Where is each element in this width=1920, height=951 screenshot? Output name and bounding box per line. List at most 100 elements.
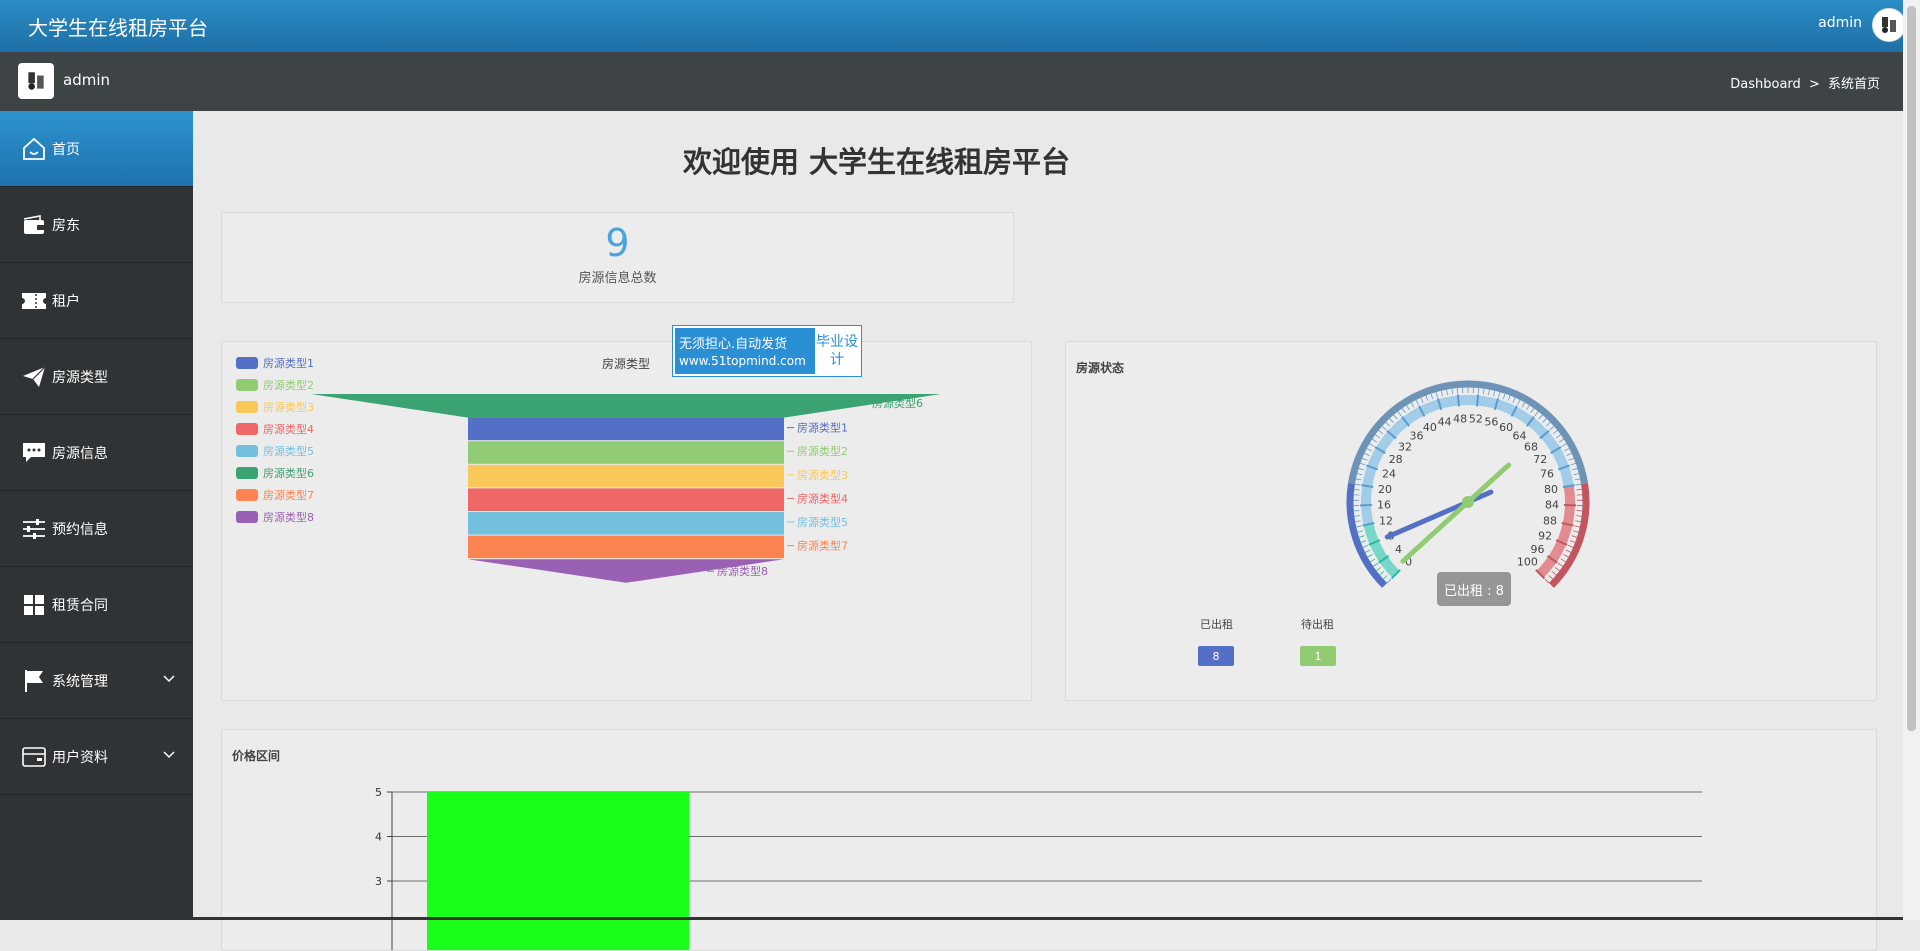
gauge-tick xyxy=(1522,402,1525,407)
home-icon xyxy=(20,135,48,163)
gauge-tick xyxy=(1357,531,1363,533)
sidebar-item-system[interactable]: 系统管理 xyxy=(0,643,193,719)
avatar-icon xyxy=(1878,14,1900,36)
gauge-tick xyxy=(1446,389,1447,395)
gauge-tick xyxy=(1558,563,1563,566)
gauge-tick xyxy=(1406,405,1409,410)
gauge-tick xyxy=(1355,521,1361,522)
gauge-chart-card: 房源状态 04812162024283236404448525660646872… xyxy=(1065,341,1877,701)
gauge-tick xyxy=(1572,468,1578,470)
promo-banner[interactable]: 无须担心.自动发货 www.51topmind.com 毕业设计 xyxy=(673,326,861,376)
card-icon xyxy=(20,743,48,771)
funnel-segment xyxy=(311,394,941,418)
gauge-tick xyxy=(1370,559,1375,562)
app-title: 大学生在线租房平台 xyxy=(28,12,208,41)
sidebar-item-contract[interactable]: 租赁合同 xyxy=(0,567,193,643)
gauge-tick xyxy=(1367,555,1372,558)
gauge-tick xyxy=(1362,458,1368,460)
user-avatar[interactable] xyxy=(18,63,54,99)
vertical-scrollbar[interactable] xyxy=(1903,0,1920,920)
gauge-tick xyxy=(1513,397,1515,402)
sidebar-item-label: 用户资料 xyxy=(52,747,108,767)
gauge-tick xyxy=(1553,430,1558,434)
gauge-tick xyxy=(1356,526,1362,527)
flag-icon xyxy=(20,667,48,695)
funnel-chart-card: 房源类型 房源类型1房源类型2房源类型3房源类型4房源类型5房源类型6房源类型7… xyxy=(221,341,1032,701)
gauge-tick xyxy=(1360,463,1366,465)
gauge-tick xyxy=(1546,422,1550,426)
breadcrumb-root[interactable]: Dashboard xyxy=(1730,77,1801,92)
sidebar-item-home[interactable]: 首页 xyxy=(0,111,193,187)
gauge-tick xyxy=(1508,395,1510,401)
header-avatar[interactable] xyxy=(1872,8,1906,42)
gauge-tick xyxy=(1359,536,1365,538)
gauge-tick xyxy=(1552,571,1557,575)
gauge-tick xyxy=(1564,448,1569,451)
gauge-tick xyxy=(1539,415,1543,420)
gauge-tick-label: 28 xyxy=(1389,453,1403,466)
gauge-tick xyxy=(1568,545,1574,547)
breadcrumb: Dashboard > 系统首页 xyxy=(1728,73,1882,92)
sidebar-item-landlord[interactable]: 房东 xyxy=(0,187,193,263)
gauge-tick xyxy=(1365,550,1370,553)
top-header: 大学生在线租房平台 admin xyxy=(0,0,1920,52)
gauge-tick xyxy=(1436,392,1438,398)
gauge-tick xyxy=(1354,489,1360,490)
gauge-tick-label: 100 xyxy=(1517,555,1538,568)
gauge-chart: 0481216202428323640444852566064687276808… xyxy=(1066,342,1876,700)
gauge-tick xyxy=(1576,489,1582,490)
header-username[interactable]: admin xyxy=(1818,15,1862,31)
scrollbar-thumb[interactable] xyxy=(1907,6,1916,731)
gauge-tick xyxy=(1385,422,1389,426)
gauge-tick xyxy=(1402,408,1405,413)
funnel-label: 房源类型8 xyxy=(717,564,768,578)
gauge-pointer-hub xyxy=(1462,496,1474,508)
gauge-tick xyxy=(1382,426,1387,430)
gauge-tick xyxy=(1364,453,1369,456)
funnel-label: 房源类型5 xyxy=(797,515,848,529)
chevron-down-icon[interactable] xyxy=(163,747,175,763)
gauge-tick xyxy=(1358,468,1364,470)
gauge-tick-label: 52 xyxy=(1469,412,1483,425)
sidebar-item-label: 房东 xyxy=(52,215,80,235)
gauge-tick xyxy=(1545,579,1549,583)
ticket-icon xyxy=(20,287,48,315)
funnel-label: 房源类型3 xyxy=(797,468,848,482)
sidebar-item-tenant[interactable]: 租户 xyxy=(0,263,193,339)
gauge-tick-label: 20 xyxy=(1378,483,1392,496)
gauge-tick xyxy=(1393,415,1397,420)
gauge-tick xyxy=(1354,484,1360,485)
gauge-tick xyxy=(1556,434,1561,438)
funnel-label: 房源类型7 xyxy=(797,539,848,553)
gauge-tick xyxy=(1452,388,1453,394)
stat-card: 9 房源信息总数 xyxy=(221,212,1014,303)
gauge-tick xyxy=(1426,395,1428,401)
funnel-chart: 房源类型6房源类型1房源类型2房源类型3房源类型4房源类型5房源类型7房源类型8 xyxy=(222,342,1031,700)
grid-icon xyxy=(20,591,48,619)
gauge-tick xyxy=(1543,418,1547,422)
gauge-tick xyxy=(1555,567,1560,571)
gauge-tick xyxy=(1376,567,1381,571)
gauge-tick xyxy=(1389,418,1393,422)
gauge-tick-label: 60 xyxy=(1499,421,1513,434)
sub-header: admin Dashboard > 系统首页 xyxy=(0,52,1920,111)
gauge-tick xyxy=(1373,563,1378,566)
sidebar-item-profile[interactable]: 用户资料 xyxy=(0,719,193,795)
y-tick-label: 5 xyxy=(375,786,382,799)
gauge-tick xyxy=(1569,458,1575,460)
funnel-label: 房源类型4 xyxy=(797,491,848,505)
gauge-tick-label: 44 xyxy=(1438,415,1452,428)
gauge-tick-label: 88 xyxy=(1543,514,1557,527)
gauge-major-tick xyxy=(1458,394,1459,406)
chevron-down-icon[interactable] xyxy=(163,671,175,687)
sidebar-item-house-type[interactable]: 房源类型 xyxy=(0,339,193,415)
gauge-tick xyxy=(1416,400,1419,405)
funnel-segment xyxy=(468,441,784,464)
avatar-icon xyxy=(24,69,48,93)
gauge-tick xyxy=(1572,536,1578,538)
sidebar-item-house-info[interactable]: 房源信息 xyxy=(0,415,193,491)
gauge-tick xyxy=(1517,400,1520,405)
breadcrumb-separator: > xyxy=(1809,77,1820,92)
gauge-tick xyxy=(1571,463,1577,465)
sidebar-item-appointment[interactable]: 预约信息 xyxy=(0,491,193,567)
